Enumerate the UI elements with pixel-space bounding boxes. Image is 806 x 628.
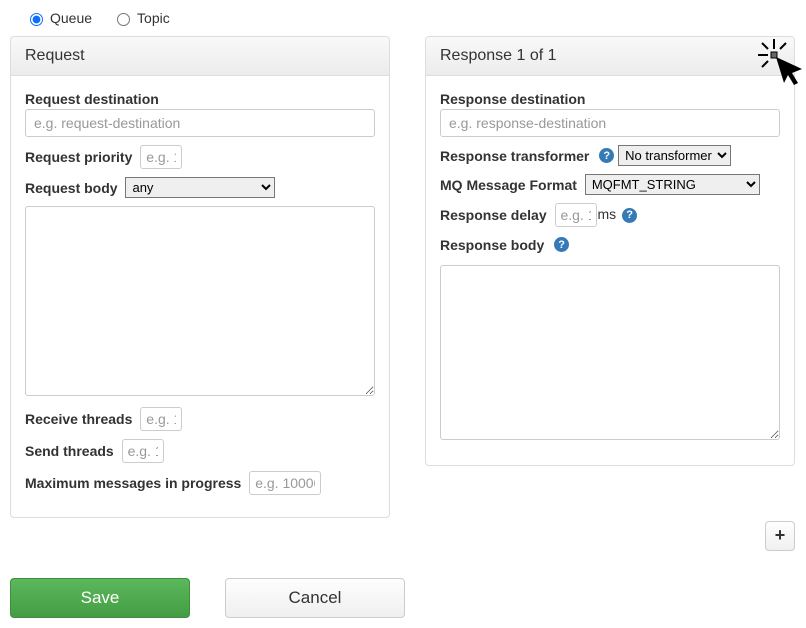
help-icon[interactable]: ? xyxy=(554,237,569,252)
receive-threads-input[interactable] xyxy=(140,407,182,431)
cancel-button[interactable]: Cancel xyxy=(225,578,405,618)
max-messages-input[interactable] xyxy=(249,471,321,495)
request-destination-label: Request destination xyxy=(25,91,159,107)
help-icon[interactable]: ? xyxy=(599,148,614,163)
max-messages-label: Maximum messages in progress xyxy=(25,475,241,491)
radio-topic-label: Topic xyxy=(137,10,170,26)
response-panel-header: Response 1 of 1 xyxy=(426,37,794,76)
send-threads-label: Send threads xyxy=(25,443,114,459)
request-panel: Request Request destination Request prio… xyxy=(10,36,390,518)
request-priority-input[interactable] xyxy=(140,145,182,169)
response-body-textarea[interactable] xyxy=(440,265,780,440)
request-body-select[interactable]: any xyxy=(125,177,275,198)
response-destination-label: Response destination xyxy=(440,91,585,107)
help-icon[interactable]: ? xyxy=(622,208,637,223)
response-transformer-select[interactable]: No transformer xyxy=(618,145,731,166)
response-delay-input[interactable] xyxy=(555,203,597,227)
request-body-textarea[interactable] xyxy=(25,206,375,396)
request-body-label: Request body xyxy=(25,180,118,196)
radio-queue-label: Queue xyxy=(50,10,92,26)
response-body-label: Response body xyxy=(440,237,544,253)
save-button[interactable]: Save xyxy=(10,578,190,618)
send-threads-input[interactable] xyxy=(122,439,164,463)
request-destination-input[interactable] xyxy=(25,109,375,137)
radio-topic[interactable]: Topic xyxy=(112,10,170,26)
request-priority-label: Request priority xyxy=(25,149,132,165)
delay-unit: ms xyxy=(598,206,617,222)
receive-threads-label: Receive threads xyxy=(25,411,132,427)
response-transformer-label: Response transformer xyxy=(440,148,589,164)
response-panel-title-text: Response 1 of 1 xyxy=(440,47,557,64)
request-panel-header: Request xyxy=(11,37,389,76)
mq-format-label: MQ Message Format xyxy=(440,177,577,193)
radio-queue[interactable]: Queue xyxy=(25,10,92,26)
mq-format-select[interactable]: MQFMT_STRING xyxy=(585,174,760,195)
destination-type-radios: Queue Topic xyxy=(5,5,801,36)
response-delay-label: Response delay xyxy=(440,207,547,223)
add-response-button[interactable]: + xyxy=(765,521,795,551)
response-panel: Response 1 of 1 xyxy=(425,36,795,466)
radio-queue-input[interactable] xyxy=(30,13,43,26)
response-destination-input[interactable] xyxy=(440,109,780,137)
radio-topic-input[interactable] xyxy=(117,13,130,26)
